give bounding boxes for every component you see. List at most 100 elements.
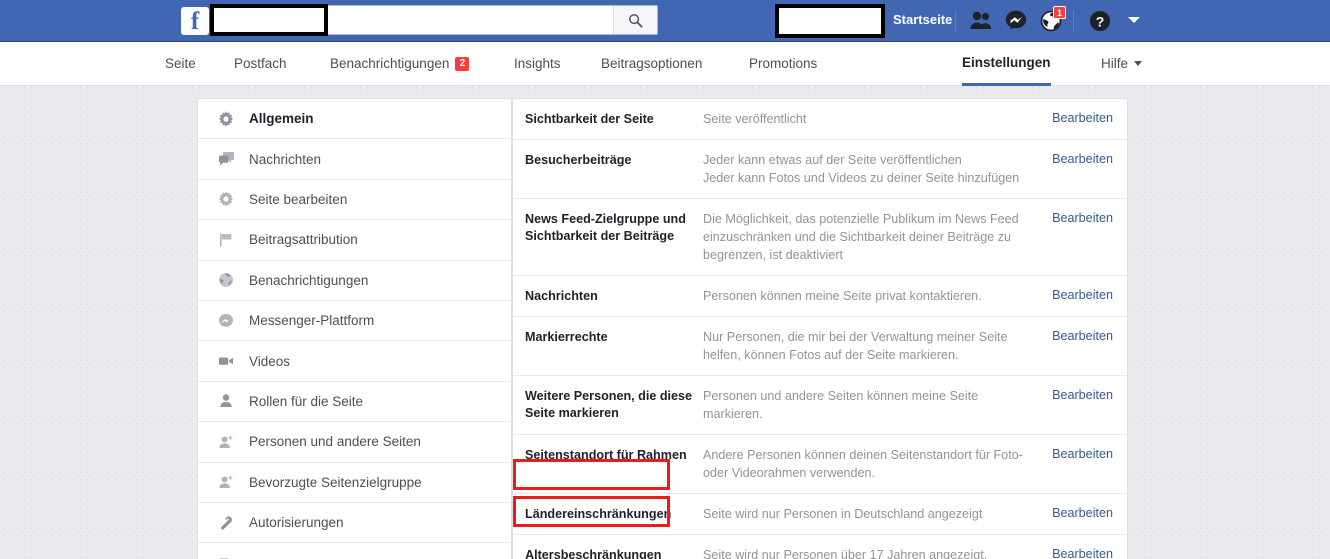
table-row: Ländereinschränkungen Seite wird nur Per… bbox=[513, 494, 1127, 535]
table-row: Nachrichten Personen können meine Seite … bbox=[513, 276, 1127, 317]
edit-link[interactable]: Bearbeiten bbox=[1047, 328, 1113, 343]
tab-seite[interactable]: Seite bbox=[165, 42, 196, 85]
sidebar-item-nachrichten[interactable]: Nachrichten bbox=[198, 139, 511, 180]
sidebar-item-bevorzugte-seitenzielgruppe[interactable]: Bevorzugte Seitenzielgruppe bbox=[198, 463, 511, 503]
setting-label: Seitenstandort für Rahmen bbox=[525, 448, 687, 462]
setting-value: Personen und andere Seiten können meine … bbox=[703, 389, 979, 421]
tab-label: Promotions bbox=[749, 56, 818, 71]
video-camera-icon bbox=[216, 351, 236, 371]
setting-value: Personen können meine Seite privat konta… bbox=[703, 289, 982, 303]
tab-einstellungen[interactable]: Einstellungen bbox=[962, 42, 1051, 86]
sidebar-item-label: Beitragsattribution bbox=[249, 232, 358, 248]
tab-label: Hilfe bbox=[1101, 56, 1129, 71]
facebook-logo-icon[interactable]: f bbox=[181, 7, 209, 35]
setting-value: Jeder kann etwas auf der Seite veröffent… bbox=[703, 153, 1020, 185]
edit-link[interactable]: Bearbeiten bbox=[1047, 505, 1113, 520]
setting-label: Ländereinschränkungen bbox=[525, 507, 672, 521]
page-nav-bar: Seite Postfach Benachrichtigungen 2 Insi… bbox=[0, 42, 1330, 86]
flag-icon bbox=[216, 230, 236, 250]
search-button[interactable] bbox=[613, 6, 657, 34]
sidebar-item-benachrichtigungen[interactable]: Benachrichtigungen bbox=[198, 261, 511, 301]
sidebar-item-rollen-fuer-die-seite[interactable]: Rollen für die Seite bbox=[198, 382, 511, 423]
redaction-box-search bbox=[210, 4, 328, 36]
svg-text:?: ? bbox=[1096, 14, 1105, 30]
help-icon[interactable]: ? bbox=[1087, 8, 1113, 34]
tab-label: Insights bbox=[514, 56, 561, 71]
table-row: Sichtbarkeit der Seite Seite veröffentli… bbox=[513, 99, 1127, 140]
notifications-globe-icon[interactable]: 1 bbox=[1038, 6, 1066, 34]
facebook-top-bar: f Startseite 1 ? bbox=[0, 0, 1330, 42]
sidebar-item-partial[interactable] bbox=[198, 543, 511, 559]
wrench-icon bbox=[216, 513, 236, 533]
edit-link[interactable]: Bearbeiten bbox=[1047, 110, 1113, 125]
general-settings-list: Sichtbarkeit der Seite Seite veröffentli… bbox=[512, 98, 1128, 559]
setting-label: Nachrichten bbox=[525, 289, 598, 303]
setting-label: Sichtbarkeit der Seite bbox=[525, 112, 654, 126]
magnifier-icon bbox=[629, 13, 643, 27]
setting-value: Andere Personen können deinen Seitenstan… bbox=[703, 448, 1023, 480]
tab-insights[interactable]: Insights bbox=[514, 42, 561, 85]
setting-value: Nur Personen, die mir bei der Verwaltung… bbox=[703, 330, 1008, 362]
table-row: Besucherbeiträge Jeder kann etwas auf de… bbox=[513, 140, 1127, 199]
sidebar-item-label: Seite bearbeiten bbox=[249, 191, 348, 207]
setting-label: News Feed-Zielgruppe und Sichtbarkeit de… bbox=[525, 212, 686, 243]
account-chevron-down-icon[interactable] bbox=[1128, 17, 1140, 23]
sidebar-item-beitragsattribution[interactable]: Beitragsattribution bbox=[198, 220, 511, 261]
table-row: Seitenstandort für Rahmen Andere Persone… bbox=[513, 435, 1127, 494]
sidebar-item-personen-und-andere-seiten[interactable]: Personen und andere Seiten bbox=[198, 422, 511, 463]
home-link[interactable]: Startseite bbox=[893, 12, 952, 27]
edit-link[interactable]: Bearbeiten bbox=[1047, 387, 1113, 402]
setting-value: Seite veröffentlicht bbox=[703, 112, 807, 126]
edit-link[interactable]: Bearbeiten bbox=[1047, 446, 1113, 461]
setting-value: Die Möglichkeit, das potenzielle Publiku… bbox=[703, 212, 1019, 262]
gear-icon bbox=[216, 109, 236, 129]
tab-postfach[interactable]: Postfach bbox=[234, 42, 287, 85]
sidebar-item-label: Nachrichten bbox=[249, 151, 322, 167]
setting-value: Seite wird nur Personen über 17 Jahren a… bbox=[703, 548, 988, 559]
tab-label: Beitragsoptionen bbox=[601, 56, 703, 71]
tab-beitragsoptionen[interactable]: Beitragsoptionen bbox=[601, 42, 702, 85]
person-icon bbox=[216, 391, 236, 411]
tab-hilfe[interactable]: Hilfe bbox=[1101, 42, 1143, 85]
sidebar-item-label: Bevorzugte Seitenzielgruppe bbox=[249, 474, 422, 490]
speech-bubbles-icon bbox=[216, 149, 236, 169]
edit-link[interactable]: Bearbeiten bbox=[1047, 287, 1113, 302]
sidebar-item-label: Personen und andere Seiten bbox=[249, 434, 421, 450]
setting-label: Weitere Personen, die diese Seite markie… bbox=[525, 389, 693, 420]
sidebar-item-seite-bearbeiten[interactable]: Seite bearbeiten bbox=[198, 180, 511, 221]
partial-icon bbox=[216, 544, 236, 559]
table-row: News Feed-Zielgruppe und Sichtbarkeit de… bbox=[513, 199, 1127, 276]
messages-icon[interactable] bbox=[1003, 8, 1029, 34]
sidebar-item-label: Autorisierungen bbox=[249, 515, 344, 531]
edit-link[interactable]: Bearbeiten bbox=[1047, 151, 1113, 166]
setting-label: Altersbeschränkungen bbox=[525, 548, 662, 559]
setting-value: Seite wird nur Personen in Deutschland a… bbox=[703, 507, 983, 521]
globe-icon bbox=[216, 270, 236, 290]
tab-label: Einstellungen bbox=[962, 55, 1051, 70]
friend-requests-icon[interactable] bbox=[968, 8, 994, 34]
sidebar-item-label: Allgemein bbox=[249, 111, 314, 127]
facebook-page-settings-screen: f Startseite 1 ? Seite Postfach Benachri… bbox=[0, 0, 1330, 559]
settings-sidebar: Allgemein Nachrichten Seite bearbeiten B… bbox=[197, 98, 512, 559]
tab-badge: 2 bbox=[455, 56, 470, 71]
tab-promotions[interactable]: Promotions bbox=[749, 42, 817, 85]
tab-label: Seite bbox=[165, 56, 196, 71]
sidebar-item-videos[interactable]: Videos bbox=[198, 341, 511, 382]
sidebar-item-allgemein[interactable]: Allgemein bbox=[198, 99, 511, 140]
tab-benachrichtigungen[interactable]: Benachrichtigungen 2 bbox=[330, 42, 470, 85]
sidebar-item-label: Messenger-Plattform bbox=[249, 313, 375, 329]
tab-label: Postfach bbox=[234, 56, 287, 71]
setting-label: Besucherbeiträge bbox=[525, 153, 632, 167]
tab-label: Benachrichtigungen bbox=[330, 56, 450, 71]
chevron-down-icon bbox=[1134, 61, 1143, 66]
header-divider-2 bbox=[1073, 10, 1074, 32]
edit-link[interactable]: Bearbeiten bbox=[1047, 210, 1113, 225]
sidebar-item-label: Videos bbox=[249, 353, 291, 369]
edit-link[interactable]: Bearbeiten bbox=[1047, 546, 1113, 559]
sidebar-item-autorisierungen[interactable]: Autorisierungen bbox=[198, 503, 511, 544]
gear-icon bbox=[216, 189, 236, 209]
sidebar-item-label: Rollen für die Seite bbox=[249, 393, 364, 409]
notifications-badge: 1 bbox=[1053, 6, 1066, 19]
table-row: Altersbeschränkungen Seite wird nur Pers… bbox=[513, 535, 1127, 559]
sidebar-item-messenger-plattform[interactable]: Messenger-Plattform bbox=[198, 301, 511, 342]
